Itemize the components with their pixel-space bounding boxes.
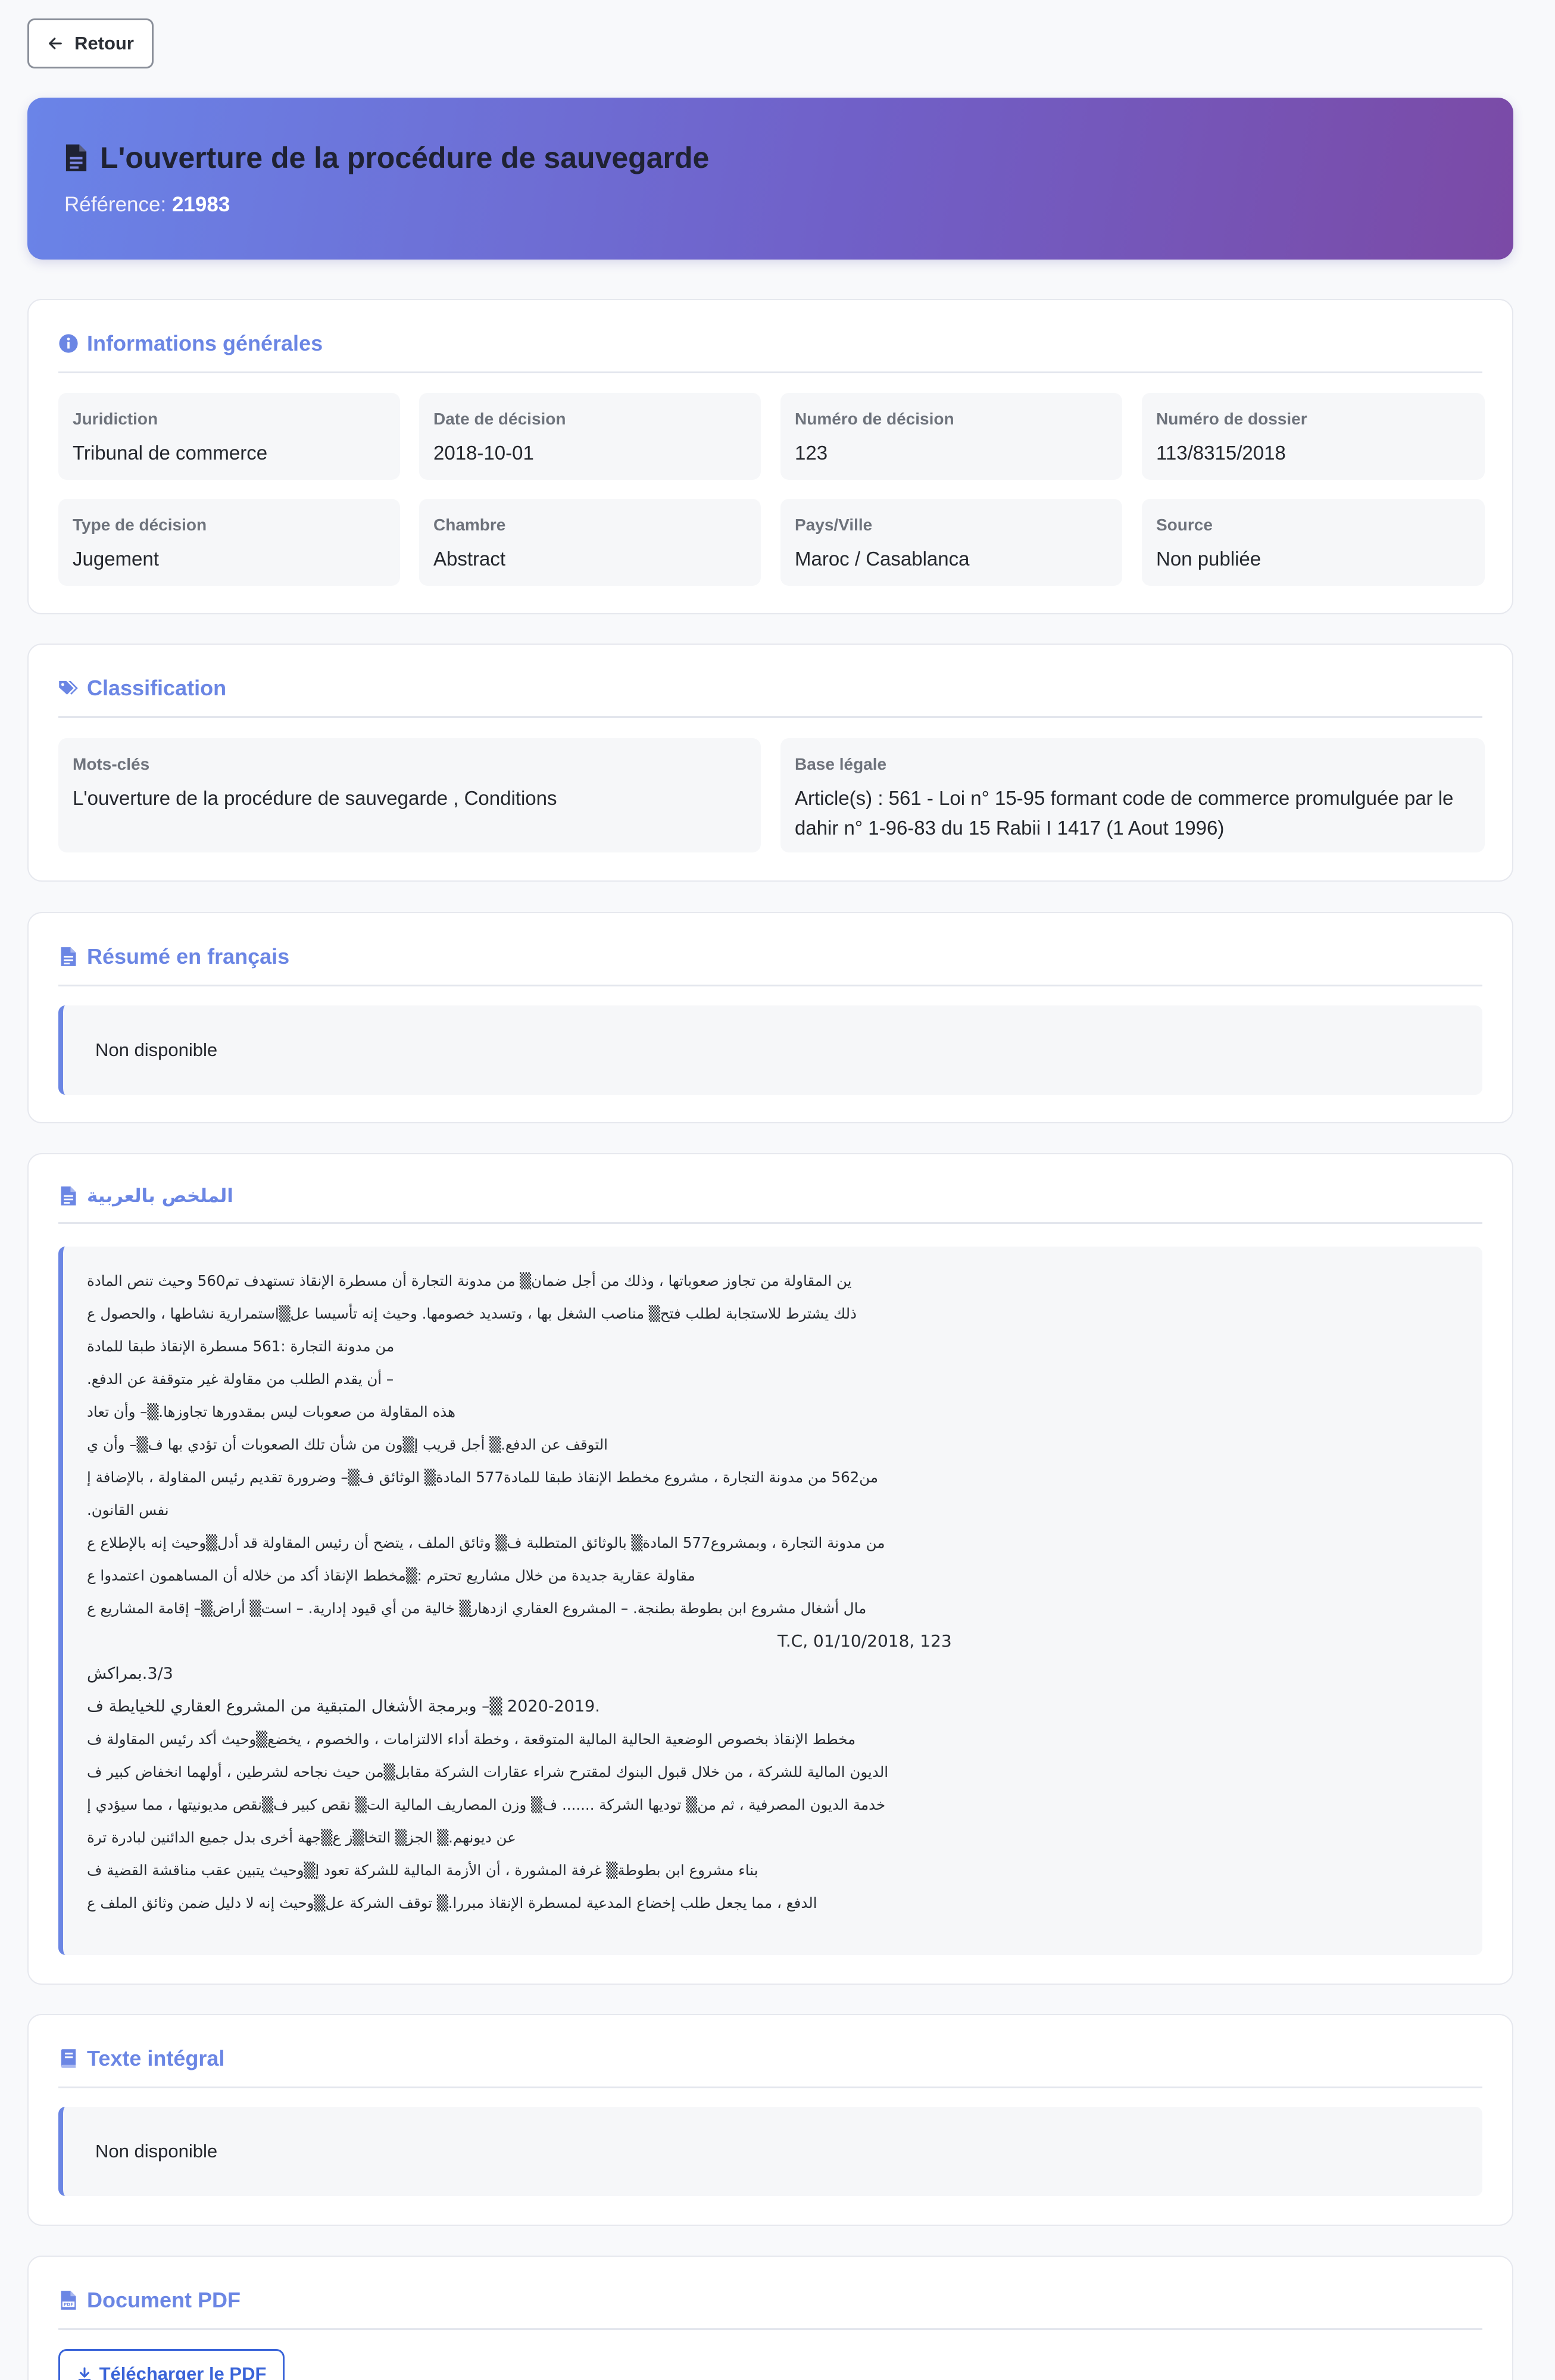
document-icon	[61, 1186, 76, 1205]
reference: Référence: 21983	[64, 193, 230, 216]
summary-fr-heading: Résumé en français	[58, 944, 1482, 986]
full-text-box: Non disponible	[58, 2107, 1482, 2196]
summary-ar-line: T.C, 01/10/2018, 123	[778, 1631, 952, 1651]
summary-ar-line: من562 من مدونة التجارة ، مشروع مخطط الإن…	[87, 1469, 879, 1486]
summary-ar-line: 3/3.بمراكش	[87, 1664, 173, 1683]
download-pdf-label: Télécharger le PDF	[99, 2363, 267, 2380]
summary-ar-line: مقاولة عقارية جديدة من خلال مشاريع تحترم…	[87, 1567, 695, 1584]
summary-ar-line: – أن يقدم الطلب من مقاولة غير متوقفة عن …	[87, 1370, 394, 1388]
general-info-heading: Informations générales	[58, 331, 1482, 373]
info-icon	[59, 334, 78, 353]
summary-ar-line: مخطط الإنقاذ بخصوص الوضعية الحالية المال…	[87, 1731, 856, 1748]
summary-ar-line: التوقف عن الدفع.▒ أجل قريب إ▒ون من شأن ت…	[87, 1436, 608, 1453]
summary-fr-box: Non disponible	[58, 1005, 1482, 1095]
field-juridiction: Juridiction Tribunal de commerce	[58, 393, 400, 480]
classification-card: Classification Mots-clés L'ouverture de …	[27, 644, 1513, 882]
classification-heading: Classification	[58, 676, 1482, 718]
summary-ar-line: مال أشغال مشروع ابن بطوطة بطنجة. – المشر…	[87, 1600, 867, 1617]
full-text-heading: Texte intégral	[58, 2046, 1482, 2088]
full-text-value: Non disponible	[95, 2141, 218, 2162]
field-legal-basis: Base légale Article(s) : 561 - Loi n° 15…	[780, 738, 1485, 852]
summary-ar-line: من مدونة التجارة :561 مسطرة الإنقاذ طبقا…	[87, 1338, 395, 1355]
summary-ar-line: .2020-2019 ▒– وبرمجة الأشغال المتبقية من…	[87, 1697, 600, 1716]
decision-header: L'ouverture de la procédure de sauvegard…	[27, 98, 1513, 260]
summary-ar-line: هذه المقاولة من صعوبات ليس بمقدورها تجاو…	[87, 1403, 456, 1420]
summary-ar-heading: الملخص بالعربية	[58, 1185, 1482, 1224]
summary-ar-line: عن ديونهم.▒ الجز▒ التخا▒ز ع▒جهة أخرى بدل…	[87, 1829, 516, 1846]
arrow-left-icon	[49, 38, 62, 49]
field-numero-decision: Numéro de décision 123	[780, 393, 1122, 480]
summary-ar-line: بناء مشروع ابن بطوطة▒ غرفة المشورة ، أن …	[87, 1861, 758, 1879]
summary-ar-line: ذلك يشترط للاستجابة لطلب فتح▒ مناصب الشغ…	[87, 1305, 857, 1322]
document-icon	[61, 947, 76, 966]
summary-ar-line: نفس القانون.	[87, 1501, 169, 1519]
pdf-card: PDF Document PDF Télécharger le PDF	[27, 2256, 1513, 2380]
back-button[interactable]: Retour	[27, 18, 154, 68]
field-type-decision: Type de décision Jugement	[58, 499, 400, 586]
field-chambre: Chambre Abstract	[419, 499, 761, 586]
summary-ar-line: خدمة الديون المصرفية ، ثم من▒ توديها الش…	[87, 1796, 886, 1813]
summary-ar-box: ين المقاولة من تجاوز صعوباتها ، وذلك من …	[58, 1247, 1482, 1955]
summary-ar-card: الملخص بالعربية ين المقاولة من تجاوز صعو…	[27, 1153, 1513, 1985]
pdf-heading: PDF Document PDF	[58, 2288, 1482, 2330]
file-icon	[65, 144, 87, 171]
page-title: L'ouverture de la procédure de sauvegard…	[100, 141, 710, 174]
summary-ar-line: الدفع ، مما يجعل طلب إخضاع المدعية لمسطر…	[87, 1894, 817, 1912]
summary-ar-line: من مدونة التجارة ، وبمشروع577 المادة▒ با…	[87, 1534, 885, 1551]
svg-text:PDF: PDF	[64, 2302, 74, 2307]
summary-fr-card: Résumé en français Non disponible	[27, 912, 1513, 1123]
pdf-file-icon: PDF	[61, 2291, 76, 2310]
field-source: Source Non publiée	[1142, 499, 1485, 586]
reference-value: 21983	[171, 193, 230, 216]
field-numero-dossier: Numéro de dossier 113/8315/2018	[1142, 393, 1485, 480]
download-icon	[78, 2367, 90, 2380]
back-button-label: Retour	[74, 33, 134, 54]
field-date-decision: Date de décision 2018-10-01	[419, 393, 761, 480]
tags-icon	[59, 680, 78, 695]
summary-ar-line: ين المقاولة من تجاوز صعوباتها ، وذلك من …	[87, 1272, 852, 1289]
download-pdf-button[interactable]: Télécharger le PDF	[58, 2349, 285, 2380]
general-info-card: Informations générales Juridiction Tribu…	[27, 299, 1513, 614]
summary-ar-text: ين المقاولة من تجاوز صعوباتها ، وذلك من …	[87, 1264, 1482, 1919]
full-text-card: Texte intégral Non disponible	[27, 2014, 1513, 2226]
field-pays-ville: Pays/Ville Maroc / Casablanca	[780, 499, 1122, 586]
book-icon	[61, 2049, 76, 2068]
summary-ar-line: الديون المالية للشركة ، من خلال قبول الب…	[87, 1763, 889, 1781]
field-keywords: Mots-clés L'ouverture de la procédure de…	[58, 738, 761, 852]
summary-fr-text: Non disponible	[95, 1039, 218, 1060]
